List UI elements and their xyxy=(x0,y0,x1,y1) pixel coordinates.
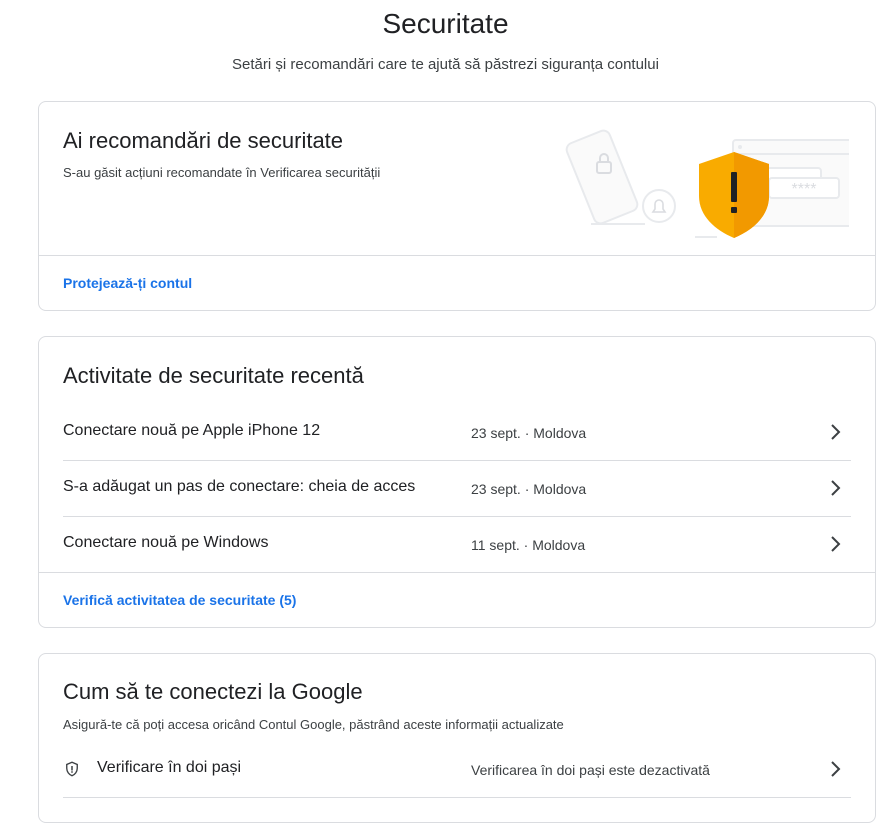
activity-item[interactable]: S-a adăugat un pas de conectare: cheia d… xyxy=(63,460,851,517)
activity-item-meta: 23 sept. · Moldova xyxy=(471,425,587,441)
card-description: S-au găsit acțiuni recomandate în Verifi… xyxy=(63,165,381,180)
svg-text:****: **** xyxy=(792,181,817,198)
chevron-right-icon xyxy=(831,424,841,440)
page-title: Securitate xyxy=(382,8,509,39)
security-illustration: **** xyxy=(565,129,849,238)
chevron-right-icon xyxy=(831,761,841,777)
chevron-right-icon xyxy=(831,536,841,552)
activity-item-meta: 23 sept. · Moldova xyxy=(471,481,587,497)
card-title: Ai recomandări de securitate xyxy=(63,128,344,153)
card-divider xyxy=(39,572,875,573)
card-description: Asigură-te că poți accesa oricând Contul… xyxy=(63,717,564,732)
recent-security-activity-card: Activitate de securitate recentă Conecta… xyxy=(38,336,876,628)
card-divider xyxy=(39,255,875,256)
signin-methods-card: Cum să te conectezi la Google Asigură-te… xyxy=(38,653,876,823)
activity-item[interactable]: Conectare nouă pe Apple iPhone 12 23 sep… xyxy=(63,404,851,461)
security-recommendations-card: Ai recomandări de securitate S-au găsit … xyxy=(38,101,876,311)
protect-account-link[interactable]: Protejează-ți contul xyxy=(63,275,192,291)
card-title: Activitate de securitate recentă xyxy=(63,363,364,388)
activity-item[interactable]: Conectare nouă pe Windows 11 sept. · Mol… xyxy=(63,516,851,572)
shield-icon xyxy=(66,761,78,777)
signin-item-label: Verificare în doi pași xyxy=(97,759,242,776)
activity-item-label: S-a adăugat un pas de conectare: cheia d… xyxy=(63,478,416,495)
card-title: Cum să te conectezi la Google xyxy=(63,679,363,704)
activity-item-label: Conectare nouă pe Apple iPhone 12 xyxy=(63,422,321,439)
two-step-verification-item[interactable]: Verificare în doi pași Verificarea în do… xyxy=(63,741,851,798)
signin-item-meta: Verificarea în doi pași este dezactivată xyxy=(471,762,710,778)
phone-lock-icon xyxy=(565,129,639,225)
activity-item-label: Conectare nouă pe Windows xyxy=(63,534,269,551)
activity-item-meta: 11 sept. · Moldova xyxy=(471,537,586,553)
page-subtitle: Setări și recomandări care te ajută să p… xyxy=(232,56,659,73)
review-security-activity-link[interactable]: Verifică activitatea de securitate (5) xyxy=(63,592,296,608)
chevron-right-icon xyxy=(831,480,841,496)
